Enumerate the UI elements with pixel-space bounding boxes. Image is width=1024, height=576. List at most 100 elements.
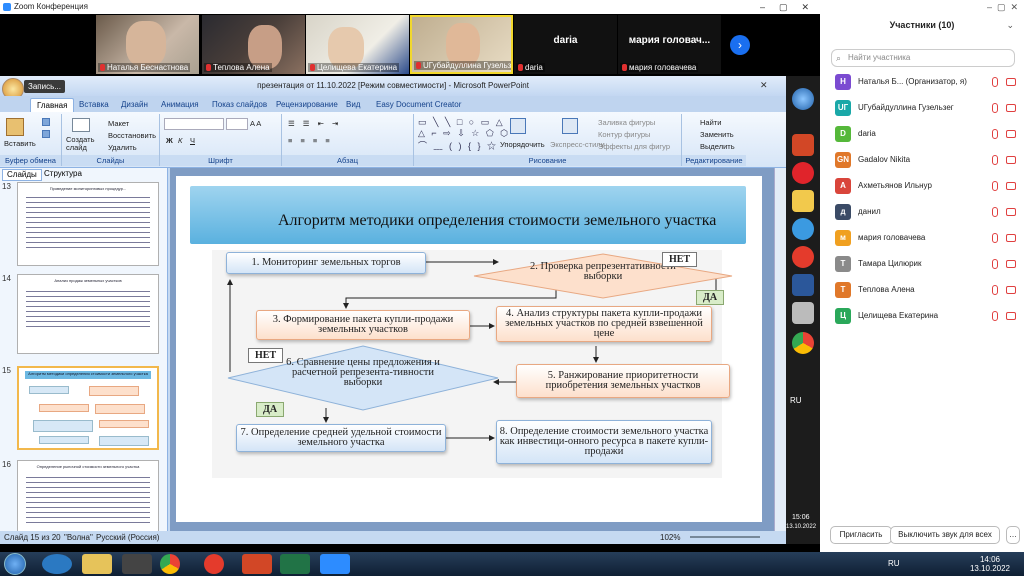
participant-row[interactable]: Ц Целищева Екатерина <box>820 306 1024 328</box>
powerpoint-icon[interactable] <box>792 134 814 156</box>
chrome-icon[interactable] <box>792 332 814 354</box>
slide-thumbnail-selected[interactable]: Алгоритм методики определения стоимости … <box>17 366 159 450</box>
slide-thumbnail[interactable]: Анализ продаж земельных участков <box>17 274 159 354</box>
tab-home[interactable]: Главная <box>30 98 75 113</box>
muted-mic-icon[interactable] <box>992 77 998 87</box>
folder-icon[interactable] <box>792 190 814 212</box>
video-tile[interactable]: Наталья Беснастнова <box>96 15 199 74</box>
opera-icon[interactable] <box>792 162 814 184</box>
zoom-taskbar-icon[interactable] <box>320 554 350 574</box>
participant-search-input[interactable]: ⌕ Найти участника <box>831 49 1015 67</box>
minimize-icon[interactable]: – <box>760 0 765 14</box>
windows-start-icon[interactable] <box>792 88 814 110</box>
ie-icon[interactable] <box>42 554 72 574</box>
italic-icon[interactable]: К <box>178 136 182 145</box>
shapes-gallery[interactable]: ▭ ╲ ╲ □ ○ ▭ △ <box>418 117 505 128</box>
chrome-taskbar-icon[interactable] <box>160 554 180 574</box>
printer-icon[interactable] <box>792 302 814 324</box>
bold-icon[interactable]: Ж <box>166 136 173 145</box>
new-slide-button[interactable]: Создать слайд <box>66 136 104 152</box>
tab-easy-document[interactable]: Easy Document Creator <box>370 98 467 112</box>
restore-button[interactable]: Восстановить <box>108 131 156 140</box>
participant-row[interactable]: Т Тамара Цилюрик <box>820 254 1024 276</box>
list-icons[interactable]: ☰ ☰ ⇤ ⇥ <box>288 119 341 128</box>
delete-button[interactable]: Удалить <box>108 143 137 152</box>
shape-fill-button[interactable]: Заливка фигуры <box>598 118 655 127</box>
slide-thumbnail[interactable]: Определение рыночной стоимости земельног… <box>17 460 159 536</box>
shapes-gallery-row2[interactable]: △ ⌐ ⇨ ⇩ ☆ ⬠ ⬡ <box>418 128 510 139</box>
participant-row[interactable]: м мария головачева <box>820 228 1024 250</box>
muted-mic-icon[interactable] <box>992 311 998 321</box>
slide-thumbnail[interactable]: Проведение мониторинговых процедур... <box>17 182 159 266</box>
arrange-icon[interactable] <box>510 118 526 134</box>
media-icon[interactable] <box>122 554 152 574</box>
close-icon[interactable]: ✕ <box>760 80 768 90</box>
participant-row[interactable]: д данил <box>820 202 1024 224</box>
select-button[interactable]: Выделить <box>700 142 735 151</box>
muted-mic-icon[interactable] <box>992 259 998 269</box>
panel-options-icon[interactable]: ⌄ <box>1006 20 1014 31</box>
video-tile[interactable]: Целищева Екатерина <box>306 15 409 74</box>
participant-row[interactable]: А Ахметьянов Ильнур <box>820 176 1024 198</box>
new-slide-icon[interactable] <box>72 118 90 132</box>
copy-icon[interactable] <box>42 130 50 138</box>
excel-taskbar-icon[interactable] <box>280 554 310 574</box>
tab-slideshow[interactable]: Показ слайдов <box>206 98 273 112</box>
mute-all-button[interactable]: Выключить звук для всех <box>890 526 1000 544</box>
panel-window-controls[interactable]: – ▢ ✕ <box>987 2 1018 13</box>
tab-animation[interactable]: Анимация <box>155 98 205 112</box>
language-indicator[interactable]: RU <box>888 559 900 568</box>
layout-button[interactable]: Макет <box>108 119 129 128</box>
muted-mic-icon[interactable] <box>992 207 998 217</box>
paste-button[interactable]: Вставить <box>4 139 36 148</box>
tab-design[interactable]: Дизайн <box>115 98 154 112</box>
muted-mic-icon[interactable] <box>992 103 998 113</box>
yandex-icon[interactable] <box>792 246 814 268</box>
close-icon[interactable]: ✕ <box>802 0 810 14</box>
muted-mic-icon[interactable] <box>992 285 998 295</box>
current-slide[interactable]: Алгоритм методики определения стоимости … <box>176 176 762 522</box>
video-tile-active[interactable]: UГубайдуллина Гузельзег <box>410 15 513 74</box>
video-tile[interactable]: мария головач... мария головачева <box>618 15 721 74</box>
font-size-field[interactable] <box>226 118 248 130</box>
tab-slides[interactable]: Слайды <box>2 169 42 181</box>
zoom-slider[interactable] <box>690 536 760 538</box>
arrange-button[interactable]: Упорядочить <box>500 140 545 149</box>
muted-mic-icon[interactable] <box>992 155 998 165</box>
muted-mic-icon[interactable] <box>992 181 998 191</box>
cut-icon[interactable] <box>42 118 50 126</box>
clock[interactable]: 14:06 13.10.2022 <box>960 555 1020 573</box>
participant-row[interactable]: Ddaria <box>820 124 1024 146</box>
express-styles-button[interactable]: Экспресс-стили <box>550 140 605 149</box>
participant-row[interactable]: Н Наталья Б... (Организатор, я) <box>820 72 1024 94</box>
participant-row[interactable]: UГ UГубайдуллина Гузельзег <box>820 98 1024 120</box>
participant-row[interactable]: GN Gadalov Nikita <box>820 150 1024 172</box>
zoom-level[interactable]: 102% <box>660 531 680 544</box>
tab-outline[interactable]: Структура <box>40 169 86 179</box>
start-button-icon[interactable] <box>4 553 26 575</box>
participant-row[interactable]: Т Теплова Алена <box>820 280 1024 302</box>
font-name-field[interactable] <box>164 118 224 130</box>
align-icons[interactable]: ≡ ≡ ≡ ≡ <box>288 136 333 145</box>
muted-mic-icon[interactable] <box>992 233 998 243</box>
powerpoint-taskbar-icon[interactable] <box>242 554 272 574</box>
paste-icon[interactable] <box>6 118 24 136</box>
shape-effects-button[interactable]: Эффекты для фигур <box>598 142 670 151</box>
explorer-icon[interactable] <box>82 554 112 574</box>
maximize-icon[interactable]: ▢ <box>779 0 788 14</box>
underline-icon[interactable]: Ч <box>190 136 195 145</box>
browser-icon[interactable] <box>792 218 814 240</box>
find-button[interactable]: Найти <box>700 118 721 127</box>
video-tile[interactable]: daria daria <box>514 15 617 74</box>
next-videos-button[interactable]: › <box>730 35 750 55</box>
muted-mic-icon[interactable] <box>992 129 998 139</box>
more-button[interactable]: … <box>1006 526 1020 544</box>
word-icon[interactable] <box>792 274 814 296</box>
tab-view[interactable]: Вид <box>340 98 366 112</box>
tab-insert[interactable]: Вставка <box>73 98 115 112</box>
vertical-scrollbar[interactable] <box>774 168 786 538</box>
shape-outline-button[interactable]: Контур фигуры <box>598 130 650 139</box>
yandex-taskbar-icon[interactable] <box>204 554 224 574</box>
tab-review[interactable]: Рецензирование <box>270 98 344 112</box>
express-styles-icon[interactable] <box>562 118 578 134</box>
